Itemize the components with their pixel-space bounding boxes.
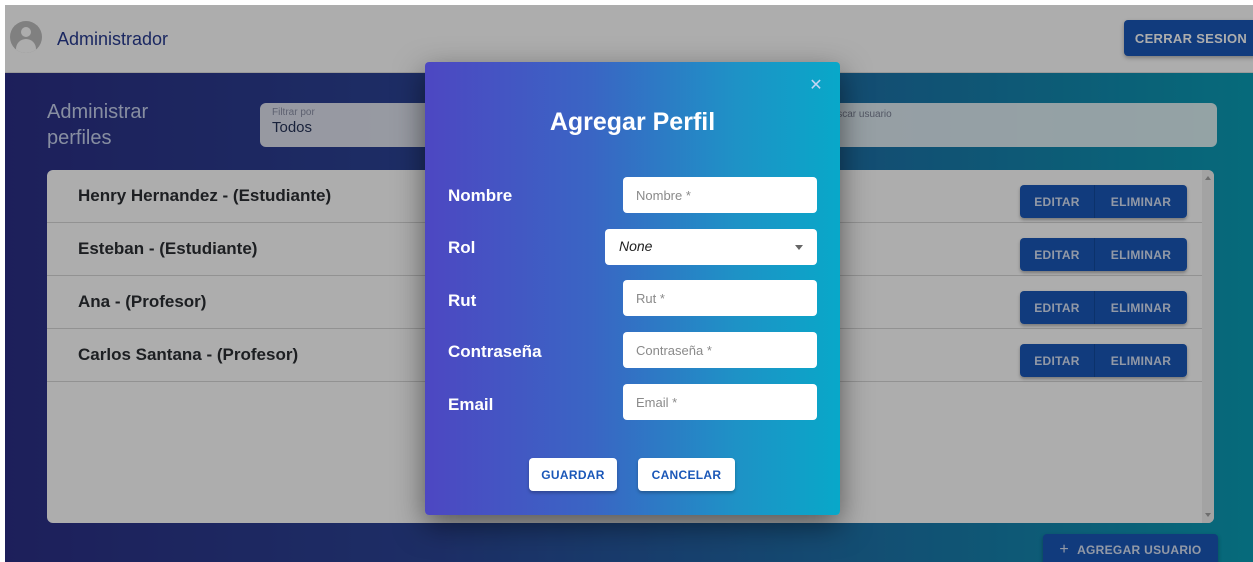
rol-label: Rol xyxy=(448,238,476,257)
app-frame: Administrador CERRAR SESION Administrar … xyxy=(0,0,1253,562)
rol-select[interactable]: None xyxy=(605,229,817,265)
close-icon[interactable]: ✕ xyxy=(806,76,826,96)
cancel-button[interactable]: CANCELAR xyxy=(638,458,735,491)
password-label: Contraseña xyxy=(448,342,542,361)
password-input[interactable] xyxy=(623,332,817,368)
chevron-down-icon xyxy=(795,245,803,250)
save-button[interactable]: GUARDAR xyxy=(529,458,617,491)
email-label: Email xyxy=(448,395,494,414)
email-input[interactable] xyxy=(623,384,817,420)
rut-input[interactable] xyxy=(623,280,817,316)
nombre-input[interactable] xyxy=(623,177,817,213)
rut-label: Rut xyxy=(448,291,477,310)
rol-select-value: None xyxy=(619,238,653,254)
dialog-title: Agregar Perfil xyxy=(549,108,716,136)
add-profile-dialog: ✕ Agregar Perfil Nombre Rol None Rut Con… xyxy=(425,62,840,515)
nombre-label: Nombre xyxy=(448,186,513,205)
